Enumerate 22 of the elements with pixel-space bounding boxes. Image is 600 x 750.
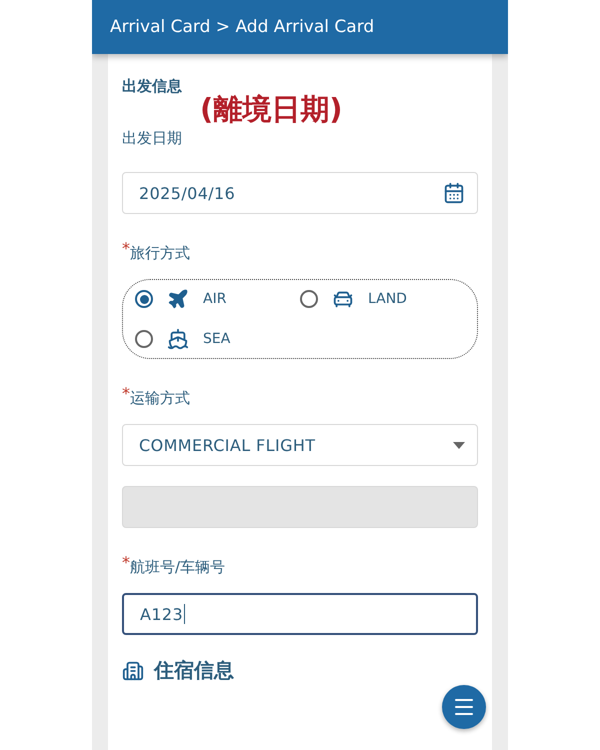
section-title: 出发信息 bbox=[122, 77, 182, 95]
ship-icon bbox=[167, 328, 189, 350]
building-icon bbox=[122, 660, 144, 682]
header-title: Arrival Card > Add Arrival Card bbox=[110, 17, 374, 37]
radio-button[interactable] bbox=[135, 290, 153, 308]
calendar-icon[interactable] bbox=[443, 182, 465, 204]
section-title: 住宿信息 bbox=[154, 657, 234, 684]
radio-option[interactable]: AIR bbox=[135, 288, 300, 310]
date-field[interactable]: 2025/04/16 bbox=[122, 172, 478, 214]
caret-icon bbox=[453, 442, 465, 448]
field-label: *旅行方式 bbox=[122, 244, 191, 263]
input-field[interactable]: A123 bbox=[122, 593, 478, 635]
annotation-text: (離境日期) bbox=[200, 91, 343, 128]
plane-icon bbox=[167, 288, 189, 310]
radio-option[interactable]: SEA bbox=[135, 328, 300, 350]
radio-button[interactable] bbox=[300, 290, 318, 308]
radio-option[interactable]: LAND bbox=[300, 288, 465, 310]
field-label: *航班号/车辆号 bbox=[122, 558, 226, 577]
field-label: *运输方式 bbox=[122, 389, 191, 408]
radio-button[interactable] bbox=[135, 330, 153, 348]
dropdown-field[interactable]: COMMERCIAL FLIGHT bbox=[122, 424, 478, 466]
field-label: 出发日期 bbox=[122, 129, 182, 148]
